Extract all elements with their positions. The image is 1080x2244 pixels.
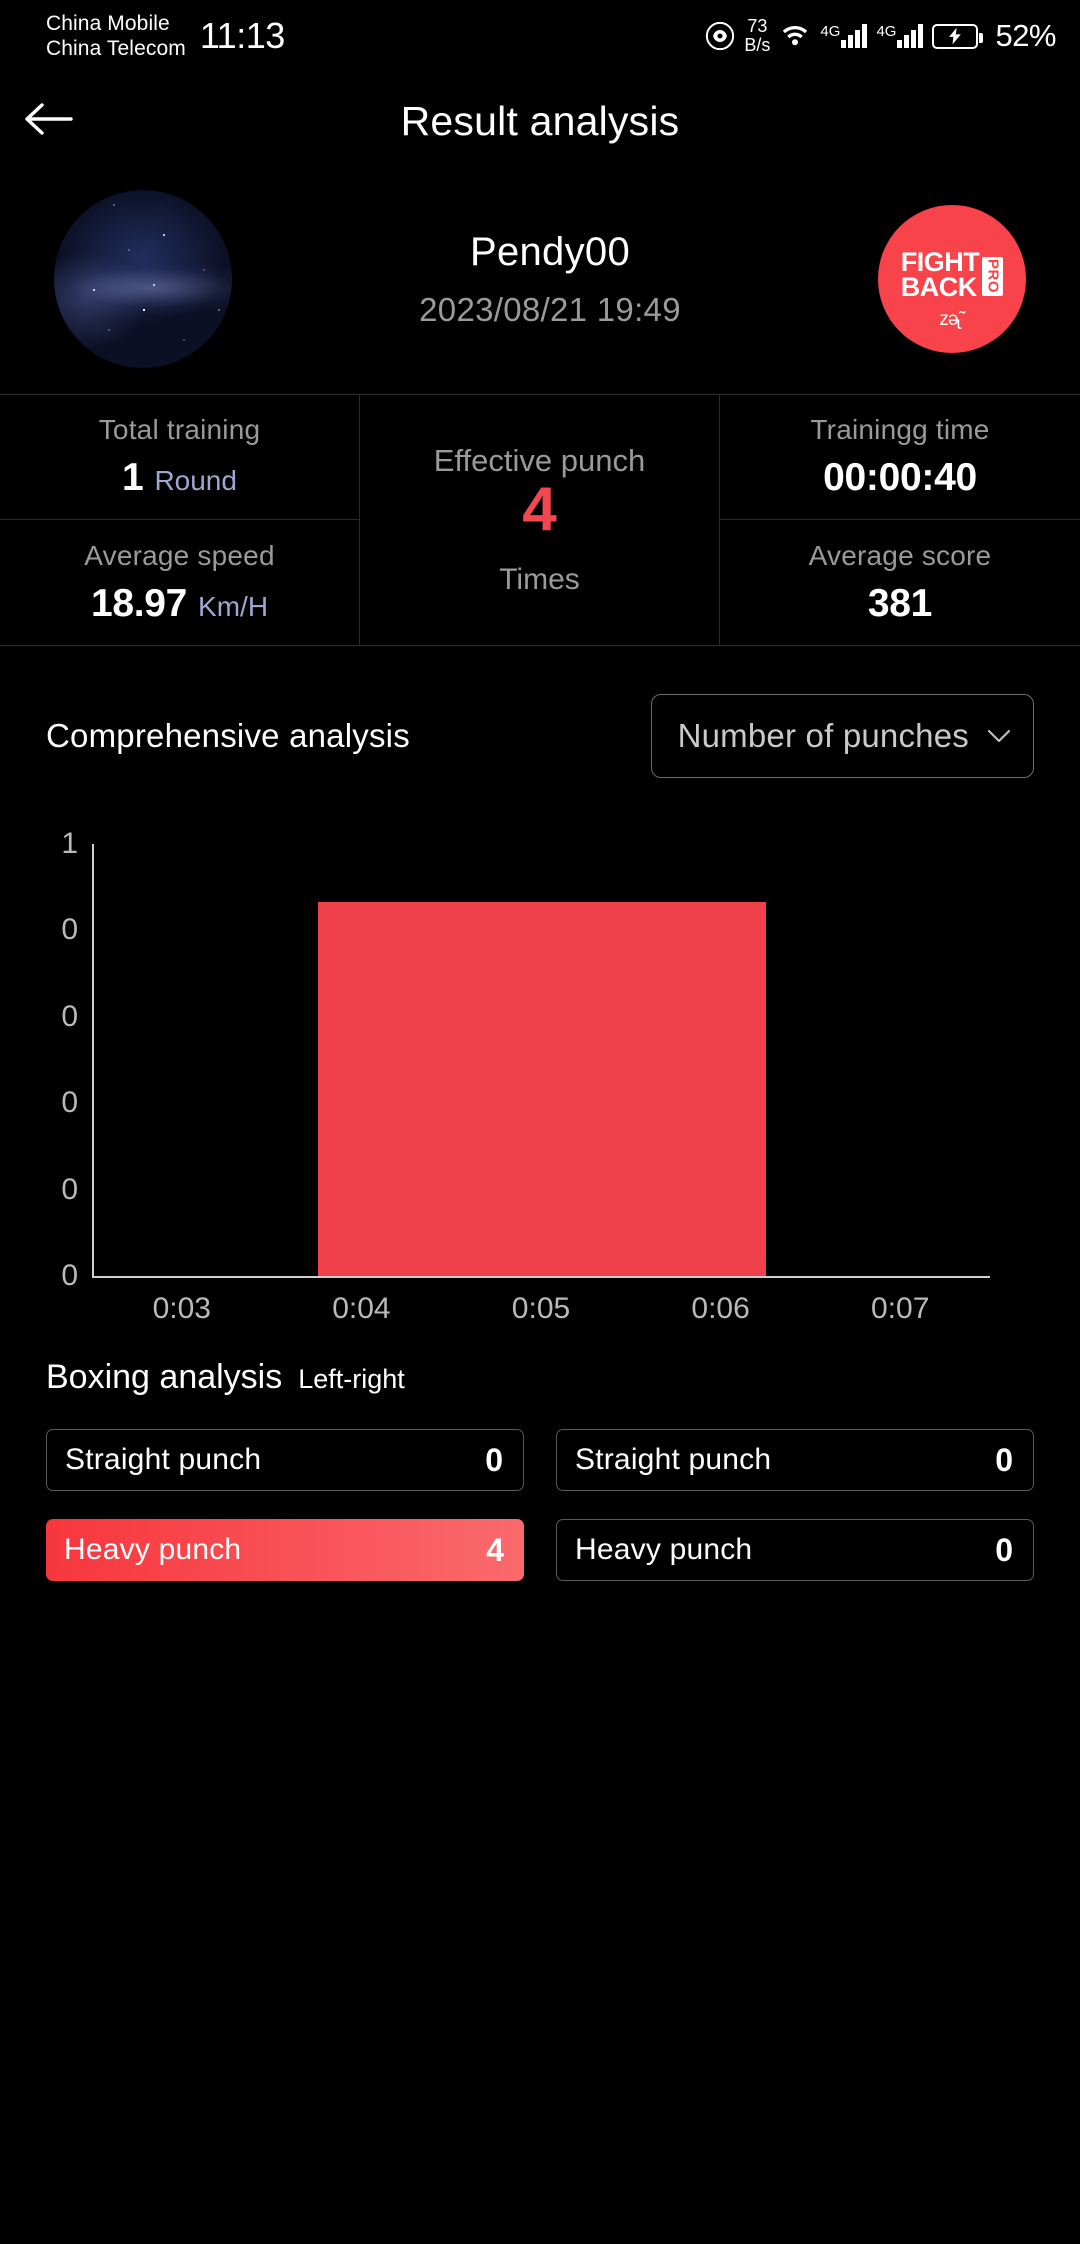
wifi-icon [779,21,811,52]
punch-value: 0 [485,1441,503,1478]
punch-row-right-straight[interactable]: Straight punch 0 [556,1429,1034,1491]
chart-bar [318,902,766,1276]
profile-text: Pendy00 2023/08/21 19:49 [222,230,878,329]
stat-total-training: Total training 1 Round [0,395,360,520]
battery-charging-icon [932,23,984,49]
punch-label: Straight punch [65,1443,262,1476]
chart-y-tick: 0 [61,913,78,947]
punch-row-left-heavy[interactable]: Heavy punch 4 [46,1519,524,1581]
sim1-signal-bars [841,24,868,48]
sim2-signal-bars [897,24,924,48]
stat-unit: Km/H [198,590,269,622]
stat-label: Trainingg time [810,414,990,445]
punch-value: 0 [995,1441,1013,1478]
status-clock: 11:13 [199,15,285,56]
chart-x-tick: 0:04 [332,1292,391,1325]
sim1-network-type: 4G [820,23,841,40]
stat-average-score: Average score 381 [720,520,1080,645]
punch-label: Heavy punch [64,1533,242,1566]
chart-x-axis-line [92,1276,990,1278]
punch-value: 0 [995,1531,1013,1568]
chart-y-tick: 0 [61,1172,78,1206]
chart-y-tick: 0 [61,1086,78,1120]
stat-value-row: 1 Round [122,456,237,500]
battery-percent: 52% [995,18,1056,53]
sim2-signal: 4G [876,23,924,48]
chart-y-tick: 1 [61,827,78,860]
network-speed-unit: B/s [744,35,771,55]
chart-x-tick: 0:06 [691,1292,750,1325]
logo-word-lines: FIGHT BACK [900,248,980,302]
back-arrow-icon [22,98,74,145]
comprehensive-analysis-title: Comprehensive analysis [46,717,410,754]
network-speed-value: 73 [747,16,768,36]
chart-x-tick: 0:05 [511,1292,571,1325]
page-title: Result analysis [400,97,680,144]
stat-value: 00:00:40 [823,456,977,499]
logo-text-block: FIGHT BACK PRO [900,248,1004,302]
stat-label: Average speed [84,539,275,571]
metric-dropdown-value: Number of punches [677,717,969,754]
logo-squiggle-icon: ᴢᶕ˜ [939,309,965,330]
comprehensive-analysis-header: Comprehensive analysis Number of punches [0,646,1080,778]
stat-value: 4 [522,475,557,544]
app-screen: China Mobile China Telecom 11:13 73 B/s [0,0,1080,2244]
stats-grid: Total training 1 Round Effective punch 4… [0,394,1080,646]
stat-effective-punch: Effective punch 4 Times [360,395,720,645]
chart-x-tick: 0:03 [152,1292,211,1325]
username: Pendy00 [469,229,630,274]
stat-label: Total training [98,414,261,445]
stat-value: 18.97 [90,581,188,625]
stat-label: Effective punch [433,443,646,478]
stat-value: 1 [122,456,144,499]
punch-row-right-heavy[interactable]: Heavy punch 0 [556,1519,1034,1581]
chevron-down-icon [987,728,1011,744]
stat-unit: Times [499,563,580,596]
chart-y-axis-labels: 1 0 0 0 0 0 [0,827,78,1292]
carrier-names: China Mobile China Telecom [46,11,186,61]
chart-y-axis-line [92,844,94,1276]
avatar[interactable] [54,190,232,368]
back-button[interactable] [0,98,96,145]
stat-value: 381 [867,581,933,625]
stat-average-speed: Average speed 18.97 Km/H [0,520,360,645]
eye-icon [705,21,735,51]
session-datetime: 2023/08/21 19:49 [419,290,681,328]
stat-training-time: Trainingg time 00:00:40 [720,395,1080,520]
chart-x-tick: 0:07 [870,1292,930,1325]
stat-unit: Round [154,465,237,496]
status-icons: 73 B/s 4G 4G 52% [705,17,1056,55]
punch-stats-grid: Straight punch 0 Straight punch 0 Heavy … [0,1429,1080,1581]
logo-line-2: BACK [900,272,977,302]
app-bar: Result analysis [0,72,1080,170]
boxing-analysis-title: Boxing analysis [46,1358,283,1396]
boxing-analysis-header: Boxing analysis Left-right [0,1358,1080,1397]
profile-header: Pendy00 2023/08/21 19:49 FIGHT BACK PRO … [0,170,1080,388]
punches-bar-chart[interactable]: 1 0 0 0 0 0 0:03 0:04 0:05 0:06 0:07 [0,827,1080,1344]
stat-value-row: 381 [868,582,932,626]
chart-y-tick: 0 [61,999,78,1033]
network-speed: 73 B/s [744,17,770,55]
punch-label: Heavy punch [575,1533,753,1566]
logo-pro-badge: PRO [982,257,1004,296]
status-bar: China Mobile China Telecom 11:13 73 B/s [0,0,1080,72]
punch-value: 4 [486,1531,504,1568]
punch-row-left-straight[interactable]: Straight punch 0 [46,1429,524,1491]
punch-label: Straight punch [575,1443,772,1476]
stat-value-row: 00:00:40 [823,456,977,500]
fightback-pro-logo: FIGHT BACK PRO ᴢᶕ˜ [878,205,1026,353]
chart-y-tick: 0 [61,1259,78,1292]
metric-dropdown[interactable]: Number of punches [650,694,1034,778]
sim2-network-type: 4G [876,23,897,40]
stat-value-row: 18.97 Km/H [91,582,268,626]
boxing-analysis-subtitle: Left-right [298,1364,405,1394]
chart-x-axis-labels: 0:03 0:04 0:05 0:06 0:07 [92,1292,990,1338]
stat-label: Average score [808,539,992,571]
sim1-signal: 4G [820,23,868,48]
carrier-line-2: China Telecom [46,37,186,60]
carrier-line-1: China Mobile [46,12,170,35]
